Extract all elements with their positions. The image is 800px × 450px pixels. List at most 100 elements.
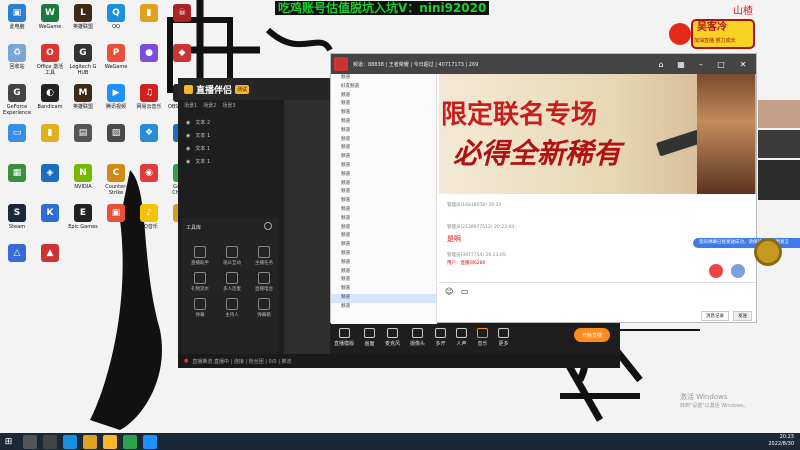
- app-taskbar-icon[interactable]: [103, 434, 117, 449]
- settings-icon[interactable]: [731, 264, 745, 278]
- settings-icon[interactable]: [264, 222, 272, 230]
- channel-row[interactable]: 频道: [331, 118, 436, 127]
- source-item[interactable]: ◉ 文本 1: [178, 129, 278, 142]
- folder-taskbar-icon[interactable]: [83, 434, 97, 449]
- desktop-icon[interactable]: ▮: [134, 4, 164, 24]
- channel-row[interactable]: 频道: [331, 206, 436, 215]
- mic-button[interactable]: 麦克风: [385, 327, 400, 347]
- channel-row[interactable]: 频道: [331, 285, 436, 294]
- channel-row[interactable]: 频道: [331, 144, 436, 153]
- channel-row[interactable]: 频道: [331, 180, 436, 189]
- desktop-icon[interactable]: N NVIDIA: [68, 164, 98, 190]
- channel-row[interactable]: 频道: [331, 268, 436, 277]
- channel-row[interactable]: 频道: [331, 74, 436, 83]
- desktop-icon[interactable]: P WeGame: [101, 44, 131, 70]
- desktop-icon[interactable]: S Steam: [2, 204, 32, 230]
- channel-row[interactable]: 频道: [331, 250, 436, 259]
- source-item[interactable]: ◉ 文本 1: [178, 142, 278, 155]
- channel-row[interactable]: 频道: [331, 153, 436, 162]
- desktop-icon[interactable]: ▭: [2, 124, 32, 144]
- channel-row[interactable]: 频道: [331, 197, 436, 206]
- desktop-icon[interactable]: ♫ 网易云音乐: [134, 84, 164, 110]
- eye-icon[interactable]: ◉: [186, 133, 190, 139]
- channel-row[interactable]: 频道: [331, 259, 436, 268]
- right-thumbnail[interactable]: [758, 100, 800, 128]
- promo-banner[interactable]: 限定联名专场 必得全新稀有: [439, 74, 756, 194]
- desktop-icon[interactable]: E Epic Games: [68, 204, 98, 230]
- windows-start-icon[interactable]: ⊞: [0, 433, 17, 450]
- screen-button[interactable]: 画面: [364, 327, 376, 347]
- camera-button[interactable]: 摄像头: [410, 327, 425, 347]
- source-item[interactable]: ◉ 文本 1: [178, 155, 278, 168]
- desktop-icon[interactable]: ●: [134, 44, 164, 64]
- desktop-icon[interactable]: ▣: [101, 204, 131, 224]
- gift-icon[interactable]: [709, 264, 723, 278]
- eye-icon[interactable]: ◉: [186, 159, 190, 165]
- channel-row[interactable]: 频道: [331, 162, 436, 171]
- tab-scene-1[interactable]: 场景1: [184, 102, 197, 112]
- desktop-icon[interactable]: G GeForce Experience: [2, 84, 32, 116]
- desktop-icon[interactable]: C Counter-Strike: [101, 164, 131, 196]
- desktop-icon[interactable]: Q QQ: [101, 4, 131, 30]
- desktop-icon[interactable]: ◈: [35, 164, 65, 184]
- channel-row[interactable]: 频道: [331, 109, 436, 118]
- desktop-icon[interactable]: G Logitech G HUB: [68, 44, 98, 76]
- image-icon[interactable]: ▭: [461, 287, 469, 296]
- emoji-icon[interactable]: ☺: [445, 287, 453, 296]
- minimize-icon[interactable]: –: [691, 54, 711, 74]
- right-thumbnail[interactable]: [758, 160, 800, 200]
- tool-item[interactable]: 多人连麦: [218, 272, 246, 292]
- tool-item[interactable]: 主播任务: [250, 246, 278, 266]
- channel-row[interactable]: 频道: [331, 293, 436, 303]
- tool-item[interactable]: 观众互动: [218, 246, 246, 266]
- channel-row[interactable]: 频道: [331, 188, 436, 197]
- channel-row[interactable]: 频道: [331, 303, 436, 312]
- desktop-icon[interactable]: ▦: [2, 164, 32, 184]
- channel-row[interactable]: 好友频道: [331, 83, 436, 92]
- desktop-icon[interactable]: ♪ QQ音乐: [134, 204, 164, 230]
- channel-row[interactable]: 频道: [331, 100, 436, 109]
- tab-scene-3[interactable]: 场景3: [222, 102, 235, 112]
- chrome-taskbar-icon[interactable]: [123, 434, 137, 449]
- desktop-icon[interactable]: ♻ 回收站: [2, 44, 32, 70]
- desktop-icon[interactable]: ▲: [35, 244, 65, 264]
- desktop-icon[interactable]: O Office 激活工具: [35, 44, 65, 76]
- more-button[interactable]: 更多: [498, 327, 510, 347]
- desktop-icon[interactable]: M 英雄联盟: [68, 84, 98, 110]
- tool-item[interactable]: 直播助手: [186, 246, 214, 266]
- eye-icon[interactable]: ◉: [186, 146, 190, 152]
- channel-row[interactable]: 频道: [331, 171, 436, 180]
- tool-item[interactable]: 主持人: [218, 298, 246, 318]
- channel-avatar[interactable]: [334, 57, 348, 71]
- channel-row[interactable]: 频道: [331, 92, 436, 101]
- template-button[interactable]: 直播模版: [334, 327, 354, 347]
- desktop-icon[interactable]: ▤: [68, 124, 98, 144]
- desktop-icon[interactable]: L 英雄联盟: [68, 4, 98, 30]
- history-button[interactable]: 消息记录: [701, 311, 729, 321]
- desktop-icon[interactable]: ☠: [167, 4, 197, 24]
- maximize-icon[interactable]: □: [711, 54, 731, 74]
- desktop-icon[interactable]: ❖: [134, 124, 164, 144]
- desktop-icon[interactable]: K: [35, 204, 65, 224]
- yy-taskbar-icon[interactable]: [143, 434, 157, 449]
- system-clock[interactable]: 20:23 2022/8/30: [768, 434, 794, 448]
- channel-row[interactable]: 频道: [331, 232, 436, 241]
- start-live-button[interactable]: 开始直播: [574, 328, 610, 342]
- desktop-icon[interactable]: ▶ 腾讯视频: [101, 84, 131, 110]
- channel-row[interactable]: 频道: [331, 224, 436, 233]
- tool-item[interactable]: 直播电台: [250, 272, 278, 292]
- qq-taskbar-icon[interactable]: [63, 434, 77, 449]
- channel-row[interactable]: 频道: [331, 136, 436, 145]
- voice-button[interactable]: 人声: [456, 327, 468, 347]
- channel-row[interactable]: 频道: [331, 241, 436, 250]
- desktop-icon[interactable]: △: [2, 244, 32, 264]
- multi-button[interactable]: 多开: [435, 327, 447, 347]
- channel-row[interactable]: 频道: [331, 276, 436, 285]
- close-icon[interactable]: ✕: [733, 54, 753, 74]
- desktop-icon[interactable]: ▨: [101, 124, 131, 144]
- home-icon[interactable]: ⌂: [651, 54, 671, 74]
- source-item[interactable]: ◉ 文本 2: [178, 116, 278, 129]
- search-icon[interactable]: [23, 434, 37, 449]
- task-view-icon[interactable]: [43, 434, 57, 449]
- send-button[interactable]: 发送: [733, 311, 752, 321]
